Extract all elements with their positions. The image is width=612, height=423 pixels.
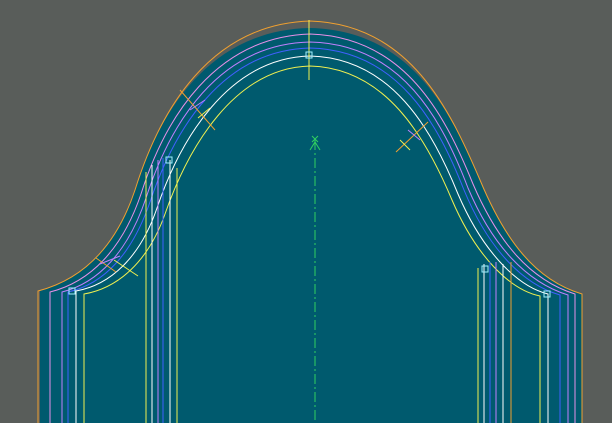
pattern-piece-fill[interactable] — [40, 28, 582, 423]
pattern-drawing[interactable] — [0, 0, 612, 423]
cad-viewport[interactable] — [0, 0, 612, 423]
